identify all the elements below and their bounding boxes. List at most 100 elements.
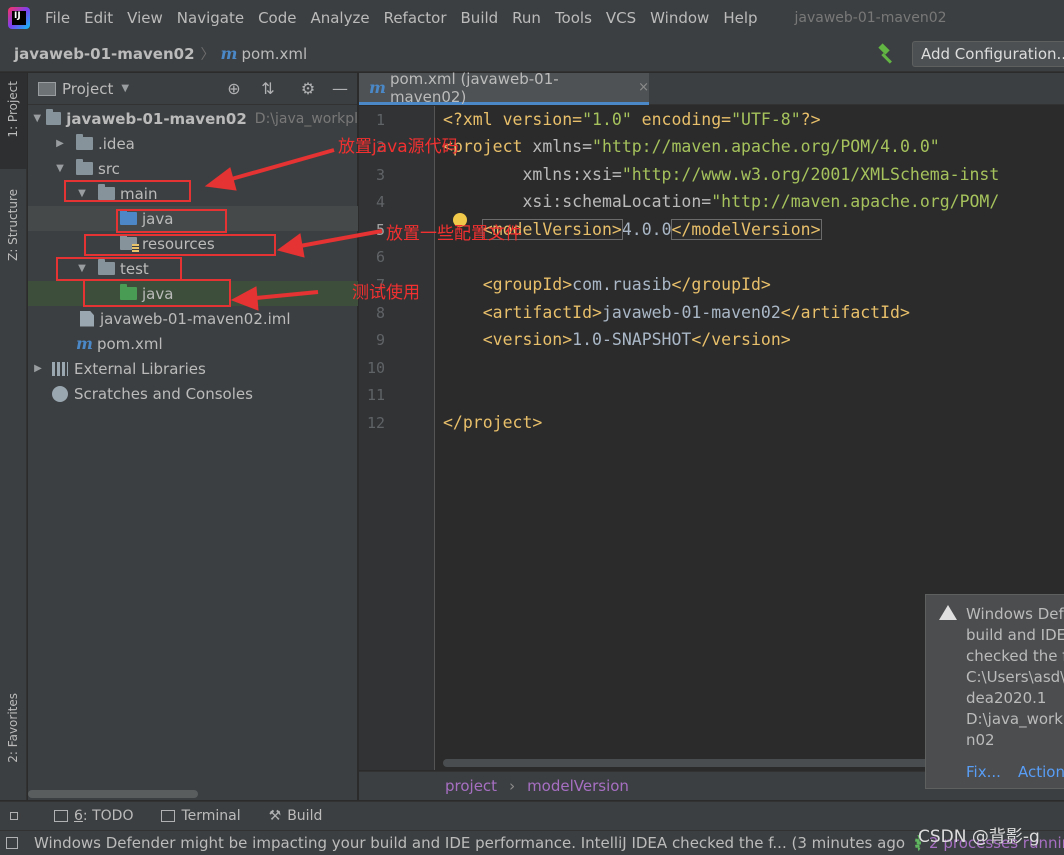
menu-code[interactable]: Code bbox=[251, 0, 303, 36]
tree-node-label: javaweb-01-maven02.iml bbox=[100, 309, 291, 328]
left-tool-strip: 1: Project Z: Structure 2: Favorites bbox=[0, 73, 27, 800]
tree-node-src[interactable]: ▼ src bbox=[28, 156, 358, 181]
terminal-label: Terminal bbox=[181, 808, 241, 824]
notification-actions-link[interactable]: Action bbox=[1018, 763, 1064, 781]
gear-icon[interactable]: ⚙ bbox=[298, 79, 318, 99]
tool-tab-terminal[interactable]: Terminal bbox=[161, 808, 241, 824]
menu-help[interactable]: Help bbox=[716, 0, 764, 36]
scratches-icon bbox=[52, 385, 68, 402]
tree-node-label: pom.xml bbox=[96, 334, 163, 353]
collapse-all-icon[interactable]: ⇅ bbox=[258, 79, 278, 99]
code-line-8: <artifactId>javaweb-01-maven02</artifact… bbox=[482, 303, 910, 322]
notification-text: build and IDE bbox=[966, 626, 1064, 644]
tool-tab-structure-label: Z: Structure bbox=[6, 189, 20, 261]
xml-breadcrumb-project[interactable]: project bbox=[445, 777, 497, 795]
tree-node-label: External Libraries bbox=[74, 359, 206, 378]
bottom-tool-bar: 6: TODO Terminal ⚒ Build bbox=[0, 801, 1064, 830]
annotation-box-main bbox=[64, 180, 191, 202]
breadcrumb-project[interactable]: javaweb-01-maven02 bbox=[14, 45, 195, 63]
line-number: 12 bbox=[366, 414, 385, 432]
tool-tab-structure[interactable]: Z: Structure bbox=[0, 183, 27, 283]
expand-arrow-icon[interactable]: ▶ bbox=[32, 363, 44, 374]
project-path-hint: D:\java_workpl bbox=[254, 110, 358, 127]
breadcrumb-separator: 〉 bbox=[200, 46, 215, 63]
code-line-7: <groupId>com.ruasib</groupId> bbox=[482, 275, 771, 294]
tree-node-idea[interactable]: ▶ .idea bbox=[28, 131, 358, 156]
expand-arrow-icon[interactable]: ▶ bbox=[54, 138, 66, 149]
folder-icon bbox=[76, 134, 93, 150]
tool-tab-favorites[interactable]: 2: Favorites bbox=[0, 693, 27, 793]
menu-view[interactable]: View bbox=[120, 0, 170, 36]
add-configuration-button[interactable]: Add Configuration... bbox=[912, 41, 1064, 67]
notification-text: D:\java_workp bbox=[966, 710, 1064, 728]
menu-build[interactable]: Build bbox=[454, 0, 506, 36]
code-line-2: <project xmlns="http://maven.apache.org/… bbox=[443, 137, 940, 156]
tool-tab-project[interactable]: 1: Project bbox=[0, 73, 27, 169]
tool-tab-build[interactable]: ⚒ Build bbox=[269, 808, 323, 824]
menu-window[interactable]: Window bbox=[643, 0, 716, 36]
menu-run[interactable]: Run bbox=[505, 0, 548, 36]
code-line-12: </project> bbox=[443, 413, 543, 432]
expand-arrow-icon[interactable]: ▼ bbox=[54, 163, 66, 174]
code-line-9: <version>1.0-SNAPSHOT</version> bbox=[482, 330, 791, 349]
todo-list-icon bbox=[54, 810, 68, 822]
status-message[interactable]: Windows Defender might be impacting your… bbox=[34, 834, 905, 852]
menu-tools[interactable]: Tools bbox=[548, 0, 599, 36]
menu-edit[interactable]: Edit bbox=[77, 0, 120, 36]
menu-file[interactable]: File bbox=[38, 0, 77, 36]
menu-bar: IJ File Edit View Navigate Code Analyze … bbox=[0, 0, 1064, 36]
intellij-logo-icon: IJ bbox=[8, 7, 30, 29]
editor-horizontal-scrollbar[interactable] bbox=[443, 759, 933, 767]
folder-icon bbox=[76, 159, 93, 175]
tree-node-scratches[interactable]: Scratches and Consoles bbox=[28, 381, 358, 406]
maven-file-icon: m bbox=[220, 44, 238, 63]
module-file-icon bbox=[80, 310, 94, 327]
tree-node-iml[interactable]: javaweb-01-maven02.iml bbox=[28, 306, 358, 331]
menu-analyze[interactable]: Analyze bbox=[303, 0, 376, 36]
breadcrumb-file[interactable]: pom.xml bbox=[241, 45, 307, 63]
annotation-config-files: 放置一些配置文件 bbox=[386, 224, 522, 244]
toggle-tool-windows-icon[interactable] bbox=[10, 812, 18, 820]
tree-node-label: Scratches and Consoles bbox=[74, 384, 253, 403]
annotation-box-test-java bbox=[83, 279, 231, 307]
notification-balloon[interactable]: Windows Defe build and IDE checked the f… bbox=[925, 594, 1064, 789]
annotation-box-resources bbox=[84, 234, 276, 256]
line-number-gutter: 1 2 3 4 5 6 7 8 9 10 11 12 bbox=[359, 106, 435, 770]
horizontal-scrollbar[interactable] bbox=[28, 790, 198, 798]
chevron-down-icon[interactable]: ▼ bbox=[121, 83, 129, 94]
tab-pom-xml[interactable]: m pom.xml (javaweb-01-maven02) × bbox=[359, 69, 649, 106]
menu-navigate[interactable]: Navigate bbox=[170, 0, 251, 36]
project-panel-title[interactable]: Project bbox=[62, 80, 113, 98]
tool-tab-todo[interactable]: 6: TODO bbox=[54, 808, 133, 824]
code-line-3: xmlns:xsi="http://www.w3.org/2001/XMLSch… bbox=[443, 165, 1000, 184]
tool-tab-favorites-label: 2: Favorites bbox=[6, 693, 20, 763]
module-folder-icon bbox=[46, 109, 62, 125]
tree-node-label: javaweb-01-maven02 bbox=[66, 109, 247, 128]
notification-fix-link[interactable]: Fix... bbox=[966, 763, 1001, 781]
expand-arrow-icon[interactable]: ▼ bbox=[32, 113, 42, 124]
code-line-1: <?xml version="1.0" encoding="UTF-8"?> bbox=[443, 110, 821, 129]
terminal-icon bbox=[161, 810, 176, 822]
maven-file-icon: m bbox=[369, 78, 386, 97]
hammer-icon[interactable] bbox=[876, 43, 898, 65]
todo-label: : TODO bbox=[82, 808, 134, 824]
tab-label: pom.xml (javaweb-01-maven02) bbox=[389, 69, 559, 106]
close-icon[interactable]: × bbox=[638, 80, 649, 95]
locate-target-icon[interactable]: ⊕ bbox=[224, 79, 244, 99]
tree-node-external-libraries[interactable]: ▶ External Libraries bbox=[28, 356, 358, 381]
status-toggle-icon[interactable] bbox=[6, 837, 18, 849]
menu-refactor[interactable]: Refactor bbox=[377, 0, 454, 36]
hide-panel-icon[interactable]: — bbox=[330, 79, 350, 99]
xml-breadcrumb-modelversion[interactable]: modelVersion bbox=[527, 777, 629, 795]
notification-text: checked the f bbox=[966, 647, 1064, 665]
tree-node-label: .idea bbox=[98, 134, 135, 153]
annotation-box-main-java bbox=[116, 209, 227, 233]
tree-node-project-root[interactable]: ▼ javaweb-01-maven02 D:\java_workpl bbox=[28, 106, 358, 131]
xml-breadcrumb-separator: › bbox=[509, 777, 516, 795]
line-number: 11 bbox=[366, 386, 385, 404]
editor-tab-bar: m pom.xml (javaweb-01-maven02) × bbox=[359, 69, 1064, 106]
window-title: javaweb-01-maven02 bbox=[794, 10, 947, 26]
tree-node-pom[interactable]: m pom.xml bbox=[28, 331, 358, 356]
menu-vcs[interactable]: VCS bbox=[599, 0, 643, 36]
status-bar: Windows Defender might be impacting your… bbox=[0, 830, 1064, 855]
